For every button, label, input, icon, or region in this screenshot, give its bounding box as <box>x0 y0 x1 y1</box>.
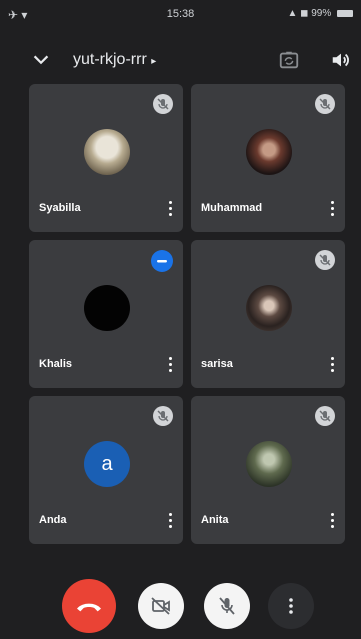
more-options-icon[interactable] <box>331 513 335 529</box>
avatar <box>246 441 292 487</box>
more-options-icon[interactable] <box>169 201 173 217</box>
participant-name: Anita <box>201 514 229 526</box>
mic-off-icon <box>153 94 173 114</box>
participant-tile[interactable]: Anita <box>191 396 345 544</box>
battery-icon <box>337 9 353 17</box>
participant-tile[interactable]: a Anda <box>29 396 183 544</box>
participant-name: Muhammad <box>201 202 263 214</box>
more-options-button[interactable] <box>268 583 314 629</box>
meeting-code: yut-rkjo-rrr <box>73 51 147 68</box>
more-options-icon[interactable] <box>331 357 335 373</box>
more-options-icon[interactable] <box>331 201 335 217</box>
battery-percent: 99% <box>311 8 332 19</box>
mic-off-icon <box>315 406 335 426</box>
avatar <box>84 129 130 175</box>
participant-tile[interactable]: sarisa <box>191 240 345 388</box>
avatar <box>246 129 292 175</box>
caret-right-icon: ▸ <box>151 56 157 67</box>
participant-name: Anda <box>39 514 67 526</box>
meeting-header: yut-rkjo-rrr ▸ <box>0 45 361 81</box>
mic-off-icon <box>219 597 235 615</box>
end-call-icon <box>77 603 101 612</box>
meeting-title[interactable]: yut-rkjo-rrr ▸ <box>73 51 156 69</box>
avatar <box>84 285 130 331</box>
avatar <box>246 285 292 331</box>
participant-tile[interactable]: Khalis <box>29 240 183 388</box>
call-controls <box>0 572 361 639</box>
end-call-button[interactable] <box>62 579 116 633</box>
mic-off-icon <box>315 94 335 114</box>
camera-off-icon <box>151 597 170 615</box>
mic-toggle-button[interactable] <box>204 583 250 629</box>
participant-name: Syabilla <box>39 202 81 214</box>
camera-toggle-button[interactable] <box>138 583 184 629</box>
status-right: ▲ ◼ 99% <box>287 8 353 19</box>
participant-tile[interactable]: Syabilla <box>29 84 183 232</box>
mic-off-icon <box>153 406 173 426</box>
signal-icon: ▲ ◼ <box>287 8 309 19</box>
collapse-chevron-icon[interactable] <box>30 49 52 71</box>
status-bar: ✈ ▾ 15:38 ▲ ◼ 99% <box>0 0 361 30</box>
participant-name: Khalis <box>39 358 73 370</box>
avatar-letter: a <box>101 453 113 475</box>
speaker-icon[interactable] <box>330 49 352 71</box>
mic-off-icon <box>315 250 335 270</box>
more-options-icon[interactable] <box>169 357 173 373</box>
speaking-indicator-icon <box>151 250 173 272</box>
avatar: a <box>84 441 130 487</box>
participant-name: sarisa <box>201 358 233 370</box>
more-vert-icon <box>289 598 293 614</box>
switch-camera-icon[interactable] <box>278 49 300 71</box>
participant-tile[interactable]: Muhammad <box>191 84 345 232</box>
more-options-icon[interactable] <box>169 513 173 529</box>
